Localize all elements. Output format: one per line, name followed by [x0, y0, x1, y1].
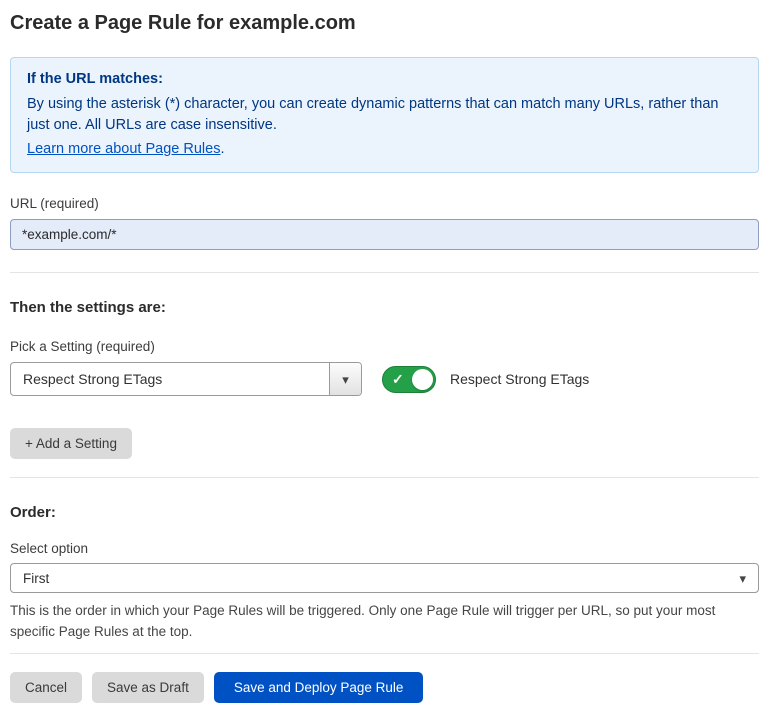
order-select-label: Select option [10, 541, 759, 556]
respect-strong-etags-toggle[interactable]: ✓ [382, 366, 436, 393]
info-box-body: By using the asterisk (*) character, you… [27, 94, 742, 136]
save-deploy-button[interactable]: Save and Deploy Page Rule [214, 672, 424, 703]
save-draft-button[interactable]: Save as Draft [92, 672, 204, 703]
order-help-text: This is the order in which your Page Rul… [10, 600, 755, 642]
learn-more-link[interactable]: Learn more about Page Rules [27, 141, 220, 157]
order-section-heading: Order: [10, 504, 759, 521]
link-suffix: . [220, 141, 224, 157]
url-match-info-box: If the URL matches: By using the asteris… [10, 57, 759, 173]
create-page-rule-form: Create a Page Rule for example.com If th… [0, 0, 769, 703]
order-select[interactable]: First ▾ [10, 563, 759, 593]
info-box-link-line: Learn more about Page Rules. [27, 139, 742, 160]
setting-row: Respect Strong ETags ▾ ✓ Respect Strong … [10, 362, 759, 396]
setting-select[interactable]: Respect Strong ETags ▾ [10, 362, 362, 396]
toggle-knob [412, 369, 433, 390]
divider [10, 272, 759, 273]
toggle-label: Respect Strong ETags [450, 371, 589, 387]
pick-setting-label: Pick a Setting (required) [10, 339, 759, 354]
order-select-value: First [23, 571, 49, 586]
info-box-heading: If the URL matches: [27, 69, 742, 90]
setting-select-value: Respect Strong ETags [11, 371, 162, 387]
settings-section-heading: Then the settings are: [10, 299, 759, 316]
add-setting-button[interactable]: + Add a Setting [10, 428, 132, 459]
chevron-down-icon: ▾ [342, 373, 349, 386]
url-field-label: URL (required) [10, 196, 759, 211]
url-input[interactable] [10, 219, 759, 250]
chevron-down-icon: ▾ [739, 572, 746, 585]
footer-actions: Cancel Save as Draft Save and Deploy Pag… [10, 672, 759, 703]
setting-select-caret-button[interactable]: ▾ [329, 363, 361, 395]
cancel-button[interactable]: Cancel [10, 672, 82, 703]
page-title: Create a Page Rule for example.com [10, 12, 759, 35]
divider [10, 477, 759, 478]
check-icon: ✓ [392, 371, 404, 388]
divider [10, 653, 759, 654]
